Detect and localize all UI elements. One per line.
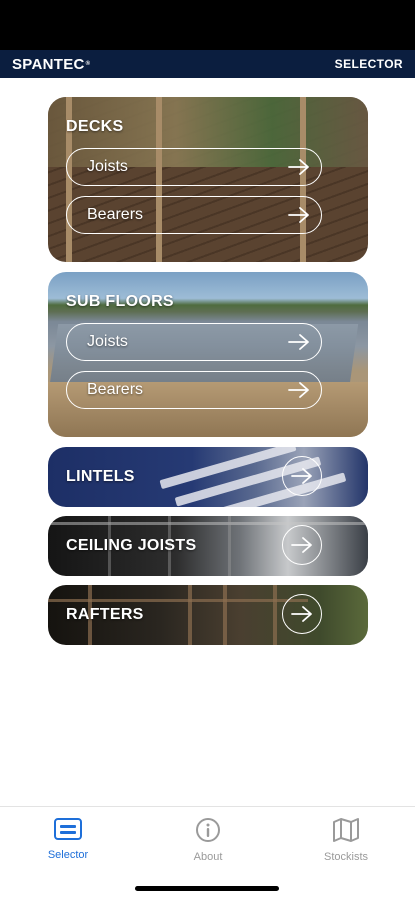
info-icon <box>196 818 220 842</box>
map-icon <box>333 818 359 842</box>
tab-label-about: About <box>193 851 223 863</box>
brand-name: SPANTEC <box>12 55 85 73</box>
tab-selector[interactable]: Selector <box>8 817 128 861</box>
lintels-arrow-button[interactable] <box>282 456 322 496</box>
arrow-right-icon <box>288 207 309 223</box>
card-lintels[interactable]: LINTELS <box>48 447 368 507</box>
brand-registered-mark: ® <box>85 61 91 67</box>
card-title-decks: DECKS <box>66 118 124 135</box>
arrow-right-icon <box>288 334 309 350</box>
app-header: SPANTEC ® SELECTOR <box>0 50 415 78</box>
card-icon <box>54 818 82 840</box>
subfloors-joists-button[interactable]: Joists <box>66 323 322 361</box>
tab-label-selector: Selector <box>47 849 89 861</box>
status-bar <box>0 0 415 50</box>
card-title-lintels: LINTELS <box>66 468 135 485</box>
card-decks: DECKS Joists Bearers <box>48 97 368 262</box>
card-ceiling-joists[interactable]: CEILING JOISTS <box>48 516 368 576</box>
arrow-right-icon <box>291 468 312 484</box>
subfloors-bearers-button[interactable]: Bearers <box>66 371 322 409</box>
card-sub-floors: SUB FLOORS Joists Bearers <box>48 272 368 437</box>
ceiling-beam <box>48 522 368 525</box>
card-title-rafters: RAFTERS <box>66 606 144 623</box>
rafters-arrow-button[interactable] <box>282 594 322 634</box>
card-rafters[interactable]: RAFTERS <box>48 585 368 645</box>
arrow-right-icon <box>288 382 309 398</box>
rafter-beam <box>48 599 308 602</box>
tab-about[interactable]: About <box>148 817 268 863</box>
rafter-post <box>273 585 277 645</box>
spantec-logo: SPANTEC ® <box>12 56 90 73</box>
ceiling-beam <box>228 516 231 576</box>
rafter-post <box>188 585 192 645</box>
page-title: SELECTOR <box>334 57 403 71</box>
rafter-post <box>223 585 227 645</box>
home-indicator <box>135 886 279 891</box>
tab-stockists[interactable]: Stockists <box>286 817 406 863</box>
ceiling-joists-arrow-button[interactable] <box>282 525 322 565</box>
tab-label-stockists: Stockists <box>323 851 368 863</box>
card-title-sub-floors: SUB FLOORS <box>66 293 174 310</box>
card-title-ceiling-joists: CEILING JOISTS <box>66 537 197 554</box>
decks-joists-button[interactable]: Joists <box>66 148 322 186</box>
arrow-right-icon <box>291 606 312 622</box>
pill-label: Bearers <box>87 206 144 223</box>
decks-bearers-button[interactable]: Bearers <box>66 196 322 234</box>
pill-label: Joists <box>87 158 128 175</box>
pill-label: Joists <box>87 333 128 350</box>
arrow-right-icon <box>291 537 312 553</box>
arrow-right-icon <box>288 159 309 175</box>
pill-label: Bearers <box>87 381 144 398</box>
